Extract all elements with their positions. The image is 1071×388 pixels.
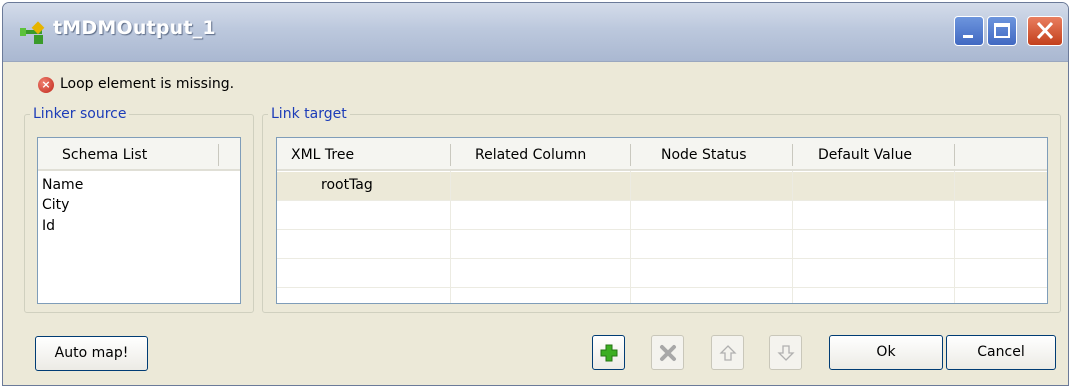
column-separator — [792, 144, 793, 166]
table-row[interactable]: rootTag — [277, 172, 1047, 201]
window-title: tMDMOutput_1 — [53, 17, 216, 39]
table-header: XML Tree Related Column Node Status Defa… — [277, 138, 1047, 171]
column-gridline — [630, 171, 631, 303]
linker-source-legend: Linker source — [33, 106, 127, 122]
arrow-up-icon — [719, 345, 737, 361]
move-up-button[interactable] — [711, 335, 744, 370]
cancel-button[interactable]: Cancel — [946, 335, 1056, 370]
close-button[interactable] — [1027, 16, 1063, 46]
schema-list-header[interactable]: Schema List — [38, 138, 240, 171]
table-row-empty — [277, 259, 1047, 288]
maximize-button[interactable] — [987, 16, 1017, 46]
close-icon — [1036, 21, 1054, 40]
schema-list-header-label: Schema List — [62, 147, 148, 163]
link-target-table[interactable]: XML Tree Related Column Node Status Defa… — [276, 137, 1048, 304]
column-header-node-status[interactable]: Node Status — [661, 147, 747, 163]
link-target-legend: Link target — [271, 106, 347, 122]
error-icon: × — [38, 77, 54, 93]
table-row-empty — [277, 230, 1047, 259]
column-separator — [450, 144, 451, 166]
minimize-icon — [963, 35, 973, 38]
column-gridline — [792, 171, 793, 303]
component-icon — [20, 21, 45, 44]
list-item[interactable]: Id — [42, 218, 55, 234]
table-row-empty — [277, 201, 1047, 230]
column-separator — [630, 144, 631, 166]
ok-button[interactable]: Ok — [829, 335, 943, 370]
xml-tree-node[interactable]: rootTag — [321, 177, 373, 193]
column-gridline — [954, 171, 955, 303]
move-down-button[interactable] — [769, 335, 802, 370]
arrow-down-icon — [777, 345, 795, 361]
error-message: Loop element is missing. — [60, 76, 235, 92]
list-item[interactable]: Name — [42, 177, 83, 193]
column-separator — [218, 144, 219, 166]
list-item[interactable]: City — [42, 197, 69, 213]
column-gridline — [450, 171, 451, 303]
delete-button[interactable] — [651, 335, 684, 370]
delete-icon — [660, 345, 676, 361]
column-header-related-column[interactable]: Related Column — [475, 147, 586, 163]
column-header-default-value[interactable]: Default Value — [818, 147, 912, 163]
maximize-icon — [994, 23, 1010, 38]
add-button[interactable] — [592, 335, 625, 370]
plus-icon — [600, 344, 618, 362]
minimize-button[interactable] — [954, 16, 984, 46]
column-header-xml-tree[interactable]: XML Tree — [291, 147, 354, 163]
column-separator — [954, 144, 955, 166]
auto-map-button[interactable]: Auto map! — [35, 336, 148, 371]
title-bar[interactable]: tMDMOutput_1 — [3, 3, 1068, 62]
schema-list[interactable]: Schema List Name City Id — [37, 137, 241, 304]
